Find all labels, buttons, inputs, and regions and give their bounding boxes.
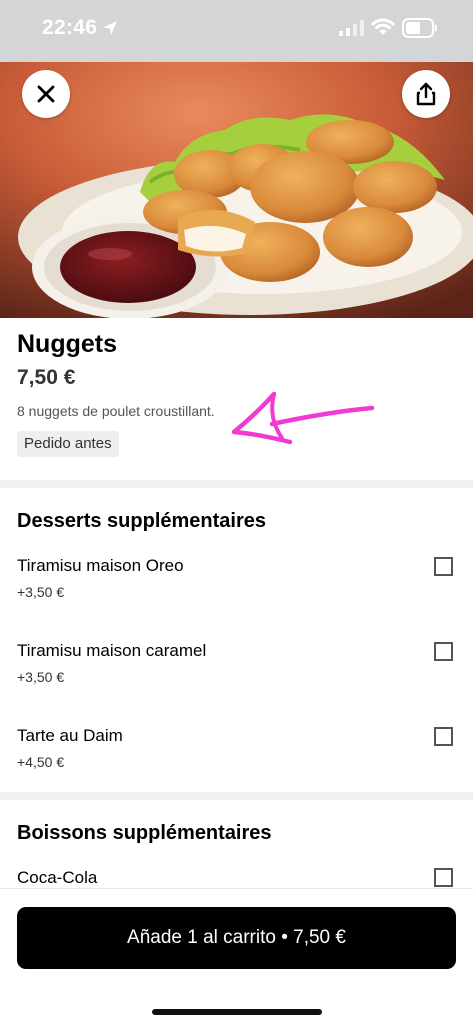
option-price: +3,50 € — [17, 584, 65, 600]
option-checkbox[interactable] — [434, 642, 453, 661]
product-price: 7,50 € — [17, 366, 76, 389]
product-image — [0, 62, 473, 318]
wifi-icon — [371, 18, 395, 35]
share-icon — [416, 82, 436, 106]
annotation-arrow-icon — [231, 391, 375, 445]
option-name: Tarte au Daim — [17, 726, 123, 745]
product-title: Nuggets — [17, 330, 117, 358]
product-description: 8 nuggets de poulet croustillant. — [17, 403, 215, 419]
status-time: 22:46 — [42, 16, 98, 39]
section-divider — [0, 480, 473, 488]
option-checkbox[interactable] — [434, 727, 453, 746]
option-price: +4,50 € — [17, 754, 65, 770]
home-indicator[interactable] — [152, 1009, 322, 1015]
option-checkbox[interactable] — [434, 868, 453, 887]
preorder-tag: Pedido antes — [17, 431, 119, 457]
option-name: Tiramisu maison caramel — [17, 641, 207, 660]
close-button[interactable] — [22, 70, 70, 118]
option-name: Tiramisu maison Oreo — [17, 556, 184, 575]
option-name: Coca-Cola — [17, 868, 98, 887]
location-arrow-icon — [103, 21, 117, 35]
close-icon — [37, 85, 55, 103]
add-to-cart-button[interactable]: Añade 1 al carrito • 7,50 € — [17, 907, 456, 969]
option-checkbox[interactable] — [434, 557, 453, 576]
section-divider — [0, 792, 473, 800]
section-title-desserts: Desserts supplémentaires — [17, 510, 267, 532]
section-title-drinks: Boissons supplémentaires — [17, 822, 272, 844]
option-price: +3,50 € — [17, 669, 65, 685]
battery-icon — [402, 18, 438, 38]
status-bar: 22:46 — [0, 0, 473, 62]
cellular-signal-icon — [339, 20, 364, 36]
share-button[interactable] — [402, 70, 450, 118]
